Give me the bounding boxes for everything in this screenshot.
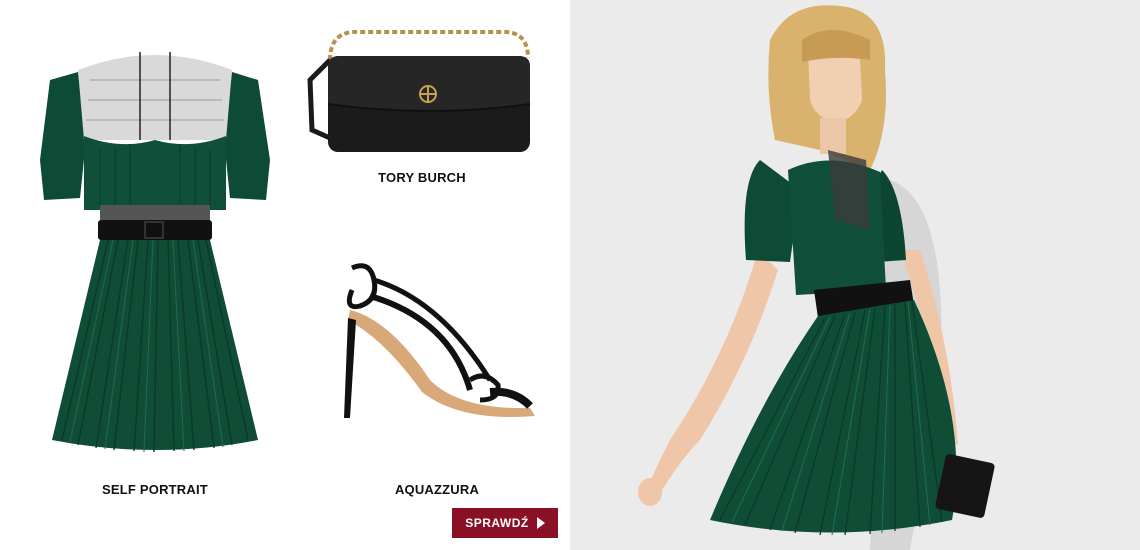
black-strappy-sandal-image [344,263,535,418]
check-button-label: SPRAWDŹ [465,516,529,530]
product-aquazzura[interactable] [330,260,540,430]
green-pleated-dress-image [40,52,270,453]
product-tory-burch[interactable] [300,20,540,155]
black-chain-bag-image [307,29,531,152]
product-label-tory-burch[interactable]: TORY BURCH [347,170,497,185]
model-illustration [570,0,1140,550]
product-self-portrait[interactable] [30,40,280,470]
product-label-aquazzura[interactable]: AQUAZZURA [362,482,512,497]
play-arrow-icon [536,517,545,529]
product-label-self-portrait[interactable]: SELF PORTRAIT [80,482,230,497]
model-photo [570,0,1140,550]
check-button[interactable]: SPRAWDŹ [452,508,558,538]
product-panel: SELF PORTRAIT TORY BURCH AQUAZZURA SPRAW… [0,0,570,550]
